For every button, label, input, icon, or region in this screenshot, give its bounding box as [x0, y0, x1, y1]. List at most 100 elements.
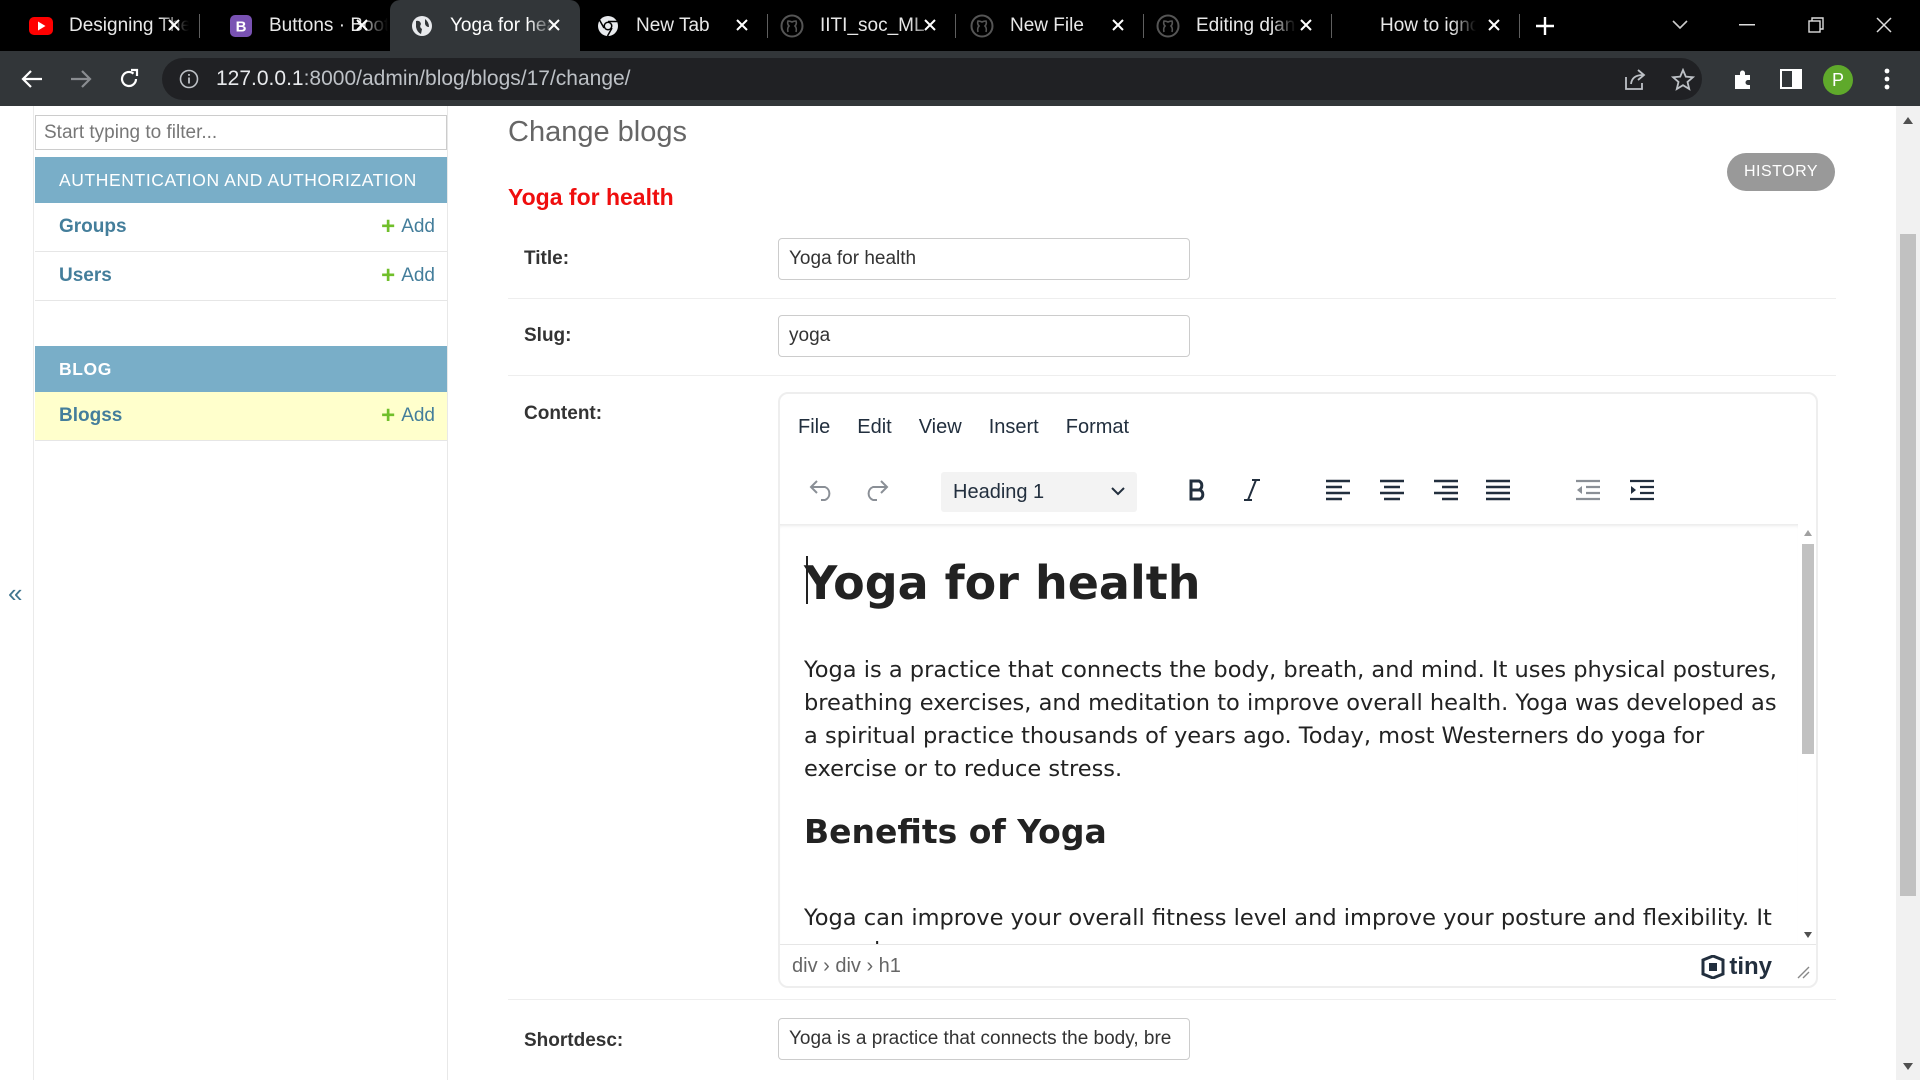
collapse-sidebar-icon[interactable]: « [8, 578, 22, 609]
nav-filter-input[interactable] [35, 115, 447, 150]
toggle-nav-sidebar[interactable]: « [0, 106, 34, 1080]
tiny-logo[interactable]: tiny [1701, 953, 1772, 981]
redo-icon[interactable] [858, 472, 894, 508]
github-icon [1156, 14, 1180, 38]
content-paragraph-2: Yoga can improve your overall fitness le… [804, 905, 1772, 944]
browser-tab[interactable]: IITI_soc_ML [768, 0, 956, 51]
content-label: Content: [524, 403, 603, 424]
extensions-puzzle-icon[interactable] [1728, 64, 1758, 94]
minimize-icon[interactable] [1727, 10, 1767, 40]
add-label: Add [401, 216, 435, 237]
object-title: Yoga for health [508, 184, 674, 210]
menu-file[interactable]: File [798, 414, 830, 441]
rich-text-editor: File Edit View Insert Format Heading 1 Y… [778, 392, 1818, 988]
module-caption-blog[interactable]: BLOG [35, 346, 447, 392]
close-icon[interactable] [918, 13, 942, 37]
align-right-icon[interactable] [1428, 472, 1464, 508]
scroll-down-arrow-icon[interactable] [1902, 1060, 1914, 1072]
block-format-select[interactable]: Heading 1 [941, 472, 1137, 512]
block-format-value: Heading 1 [953, 480, 1045, 503]
browser-tab[interactable]: New Tab [580, 0, 768, 51]
url-path: :8000/admin/blog/blogs/17/change/ [303, 67, 631, 90]
scroll-down-arrow-icon[interactable] [1804, 932, 1812, 938]
tiny-logo-icon [1701, 955, 1725, 979]
sidebar-item-blogss: Blogss + Add [35, 392, 447, 441]
italic-icon[interactable] [1234, 472, 1270, 508]
chevron-down-icon [1109, 482, 1127, 506]
reload-icon[interactable] [113, 63, 145, 95]
scroll-up-arrow-icon[interactable] [1902, 114, 1914, 126]
browser-tab[interactable]: B Buttons · Bootstrap [200, 0, 388, 51]
browser-tab[interactable]: New File [956, 0, 1144, 51]
align-justify-icon[interactable] [1480, 472, 1516, 508]
browser-tab[interactable]: Designing The [0, 0, 200, 51]
undo-icon[interactable] [804, 472, 840, 508]
align-left-icon[interactable] [1320, 472, 1356, 508]
url-text: 127.0.0.1:8000/admin/blog/blogs/17/chang… [216, 67, 631, 91]
profile-avatar[interactable]: P [1823, 65, 1853, 95]
bookmark-star-icon[interactable] [1670, 67, 1696, 93]
browser-tab[interactable]: Editing django [1144, 0, 1332, 51]
menu-view[interactable]: View [919, 414, 962, 441]
tab-search-chevron-icon[interactable] [1660, 10, 1700, 40]
resize-handle-icon[interactable] [1796, 965, 1810, 979]
model-link-users[interactable]: Users [59, 265, 112, 287]
model-link-groups[interactable]: Groups [59, 216, 127, 238]
restore-window-icon[interactable] [1796, 10, 1836, 40]
site-info-icon[interactable] [178, 68, 200, 90]
close-icon[interactable] [1482, 13, 1506, 37]
slug-label: Slug: [524, 325, 572, 346]
tab-separator [1519, 14, 1520, 38]
module-caption-auth[interactable]: AUTHENTICATION AND AUTHORIZATION [35, 157, 447, 203]
editor-scroll-thumb[interactable] [1802, 544, 1814, 754]
editor-content-area[interactable]: Yoga for health Yoga is a practice that … [780, 524, 1798, 944]
close-icon[interactable] [1106, 13, 1130, 37]
chrome-icon [596, 14, 620, 38]
add-groups-link[interactable]: + Add [381, 215, 435, 239]
field-row-slug: Slug: yoga [508, 299, 1836, 376]
globe-icon [410, 14, 434, 38]
shortdesc-input[interactable]: Yoga is a practice that connects the bod… [778, 1018, 1190, 1060]
close-icon[interactable] [350, 13, 374, 37]
browser-toolbar: 127.0.0.1:8000/admin/blog/blogs/17/chang… [0, 51, 1920, 106]
browser-tab[interactable]: How to ignore [1332, 0, 1520, 51]
close-icon[interactable] [162, 13, 186, 37]
close-icon[interactable] [542, 13, 566, 37]
align-center-icon[interactable] [1374, 472, 1410, 508]
menu-edit[interactable]: Edit [857, 414, 891, 441]
add-label: Add [401, 405, 435, 426]
add-blogss-link[interactable]: + Add [381, 404, 435, 428]
browser-tab-active[interactable]: Yoga for health [390, 0, 580, 51]
page-scroll-thumb[interactable] [1900, 234, 1916, 896]
menu-format[interactable]: Format [1066, 414, 1129, 441]
address-bar[interactable]: 127.0.0.1:8000/admin/blog/blogs/17/chang… [162, 58, 1702, 100]
youtube-icon [29, 14, 53, 38]
page-scrollbar[interactable] [1896, 106, 1920, 1080]
new-tab-plus-icon[interactable] [1530, 11, 1560, 41]
history-button[interactable]: HISTORY [1727, 153, 1835, 191]
bold-icon[interactable] [1180, 472, 1216, 508]
shortdesc-label: Shortdesc: [524, 1030, 624, 1051]
scroll-up-arrow-icon[interactable] [1804, 530, 1812, 536]
element-path[interactable]: div › div › h1 [792, 955, 901, 978]
field-row-shortdesc: Shortdesc: Yoga is a practice that conne… [508, 1000, 1836, 1080]
indent-icon[interactable] [1624, 472, 1660, 508]
close-icon[interactable] [1294, 13, 1318, 37]
editor-scrollbar[interactable] [1798, 524, 1816, 944]
slug-input[interactable]: yoga [778, 315, 1190, 357]
tab-title: Yoga for health [450, 14, 554, 36]
back-arrow-icon[interactable] [16, 63, 48, 95]
editor-statusbar: div › div › h1 tiny [780, 944, 1816, 986]
forward-arrow-icon[interactable] [65, 63, 97, 95]
more-menu-icon[interactable] [1872, 64, 1902, 94]
model-link-blogss[interactable]: Blogss [59, 405, 122, 427]
close-icon[interactable] [730, 13, 754, 37]
outdent-icon[interactable] [1570, 472, 1606, 508]
side-panel-icon[interactable] [1776, 64, 1806, 94]
content-heading-2: Benefits of Yoga [804, 812, 1107, 851]
title-input[interactable]: Yoga for health [778, 238, 1190, 280]
menu-insert[interactable]: Insert [989, 414, 1039, 441]
add-users-link[interactable]: + Add [381, 264, 435, 288]
share-icon[interactable] [1622, 67, 1648, 93]
close-window-icon[interactable] [1864, 10, 1904, 40]
